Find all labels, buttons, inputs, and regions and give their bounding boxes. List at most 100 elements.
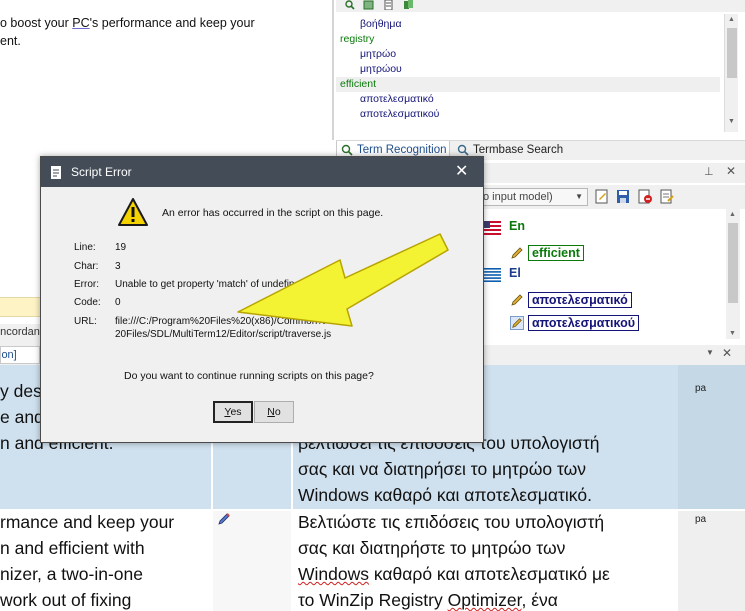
language-el-label: El [509, 266, 521, 280]
language-en-label: En [509, 219, 525, 233]
document-icon[interactable] [383, 0, 394, 10]
term-en[interactable]: efficient [528, 245, 584, 261]
match-cell [678, 365, 745, 509]
flag-us-icon [481, 221, 501, 235]
add-entry-icon[interactable] [660, 189, 674, 204]
term-el-2[interactable]: αποτελεσματικού [528, 315, 639, 331]
panel-divider[interactable] [332, 0, 334, 140]
delete-entry-icon[interactable] [638, 189, 652, 204]
target-segment-line[interactable]: σας και διατηρήστε το μητρώο των [298, 536, 676, 562]
term-list-scrollbar[interactable]: ▲ ▼ [724, 14, 738, 132]
target-segment-line[interactable]: σας και να διατηρήσει το μητρώο των [298, 457, 676, 483]
scroll-thumb[interactable] [727, 28, 737, 78]
target-segment-line[interactable]: το WinZip Registry Optimizer, ένα [298, 588, 676, 611]
tab-concordance[interactable]: oncordan [0, 324, 40, 342]
save-icon[interactable] [616, 189, 630, 204]
dialog-title: Script Error [71, 165, 132, 179]
segment-status-cell[interactable] [213, 511, 291, 611]
term-recognition-list: βοήθημα registry μητρώο μητρώου efficien… [336, 14, 724, 132]
term-recognition-toolbar [336, 0, 745, 12]
term-row-selected[interactable]: efficient [336, 77, 720, 92]
target-segment-text: το WinZip Registry [298, 590, 448, 610]
termbase-viewer-scrollbar[interactable]: ▲ ▼ [726, 209, 740, 339]
term-row[interactable]: βοήθημα [336, 17, 720, 32]
pencil-icon[interactable] [510, 293, 524, 307]
termbase-viewer-toolbar: o input model) ▼ [476, 185, 745, 209]
no-button-rest: o [274, 406, 281, 418]
char-value: 3 [115, 261, 121, 272]
pencil-icon[interactable] [510, 316, 524, 330]
term-el-1[interactable]: αποτελεσματικό [528, 292, 632, 308]
source-line-1-post: 's performance and keep your [89, 16, 255, 30]
target-segment-text: καθαρό και αποτελεσματικό με [369, 564, 610, 584]
source-segment-line[interactable]: nizer, a two-in-one [0, 562, 212, 588]
settings-icon[interactable] [363, 0, 374, 10]
scroll-up-icon[interactable]: ▲ [728, 16, 735, 23]
source-line-1-pc: PC [72, 16, 90, 30]
match-cell [678, 511, 745, 611]
target-segment-text: , ένα [521, 590, 558, 610]
close-icon[interactable]: ✕ [726, 164, 736, 178]
source-segment-line[interactable]: rmance and keep your [0, 510, 212, 536]
continue-question: Do you want to continue running scripts … [124, 370, 374, 382]
tab-termbase-search-label: Termbase Search [473, 144, 564, 156]
source-line-1: o boost your PC's performance and keep y… [0, 14, 320, 32]
source-segment-line[interactable]: work out of fixing [0, 588, 212, 611]
target-segment-line[interactable]: Windows καθαρό και αποτελεσματικό. [298, 483, 676, 509]
concordance-label: ion] [0, 346, 40, 364]
yes-button[interactable]: Yes [213, 401, 253, 423]
chevron-down-icon[interactable]: ▼ [706, 348, 714, 357]
term-row[interactable]: registry [336, 32, 720, 47]
termbase-icon[interactable] [403, 0, 414, 10]
chevron-down-icon: ▼ [575, 192, 583, 201]
char-label: Char: [74, 261, 99, 272]
target-segment-line[interactable]: Βελτιώστε τις επιδόσεις του υπολογιστή [298, 510, 676, 536]
source-segment-line[interactable]: n and efficient with [0, 536, 212, 562]
editor-pane-header: ▼ ✕ [484, 345, 745, 365]
pin-icon[interactable]: ⊥ [704, 165, 714, 178]
term-row[interactable]: αποτελεσματικό [336, 92, 720, 107]
code-label: Code: [74, 297, 101, 308]
term-recognition-icon [341, 144, 353, 156]
warning-icon [118, 198, 148, 226]
source-line-2: ent. [0, 34, 21, 48]
error-message: An error has occurred in the script on t… [162, 207, 384, 219]
document-icon [51, 166, 61, 179]
scroll-down-icon[interactable]: ▼ [728, 118, 735, 125]
yes-button-rest: es [230, 406, 242, 418]
termbase-search-icon [457, 144, 469, 156]
term-row[interactable]: αποτελεσματικού [336, 107, 720, 122]
termbase-entry: En efficient El αποτελεσματικό αποτελεσμ… [476, 209, 726, 339]
scroll-up-icon[interactable]: ▲ [729, 211, 736, 218]
scroll-down-icon[interactable]: ▼ [729, 330, 736, 337]
spellcheck-word: Windows [298, 564, 369, 584]
input-model-select[interactable]: o input model) ▼ [476, 188, 588, 206]
url-value-line-2: 20Files/SDL/MultiTerm12/Editor/script/tr… [115, 328, 332, 340]
spellcheck-word: Optimizer [447, 590, 522, 610]
close-icon[interactable]: ✕ [722, 346, 732, 360]
input-model-select-value: o input model) [483, 191, 553, 203]
error-label: Error: [74, 279, 99, 290]
highlight-strip [0, 297, 40, 317]
edit-entry-icon[interactable] [595, 189, 609, 204]
url-label: URL: [74, 316, 97, 327]
pencil-icon[interactable] [510, 246, 524, 260]
close-icon[interactable]: ✕ [455, 157, 468, 187]
scroll-thumb[interactable] [728, 223, 738, 303]
segment-origin-label: pa [695, 383, 707, 394]
source-text-top: o boost your PC's performance and keep y… [0, 14, 320, 50]
line-label: Line: [74, 242, 96, 253]
search-icon[interactable] [344, 0, 355, 10]
dialog-title-bar[interactable]: Script Error ✕ [41, 157, 483, 187]
url-value: file:///C:/Program%20Files%20(x86)/Commo… [115, 316, 331, 341]
pencil-icon [218, 513, 230, 525]
line-value: 19 [115, 242, 127, 253]
tab-term-recognition-label: Term Recognition [357, 144, 447, 156]
segment-origin-label: pa [695, 514, 707, 525]
term-row[interactable]: μητρώο [336, 47, 720, 62]
term-row[interactable]: μητρώου [336, 62, 720, 77]
target-segment-line[interactable]: Windows καθαρό και αποτελεσματικό με [298, 562, 676, 588]
error-value: Unable to get property 'match' of undefi… [115, 279, 381, 290]
flag-gr-icon [481, 268, 501, 282]
no-button[interactable]: No [254, 401, 294, 423]
